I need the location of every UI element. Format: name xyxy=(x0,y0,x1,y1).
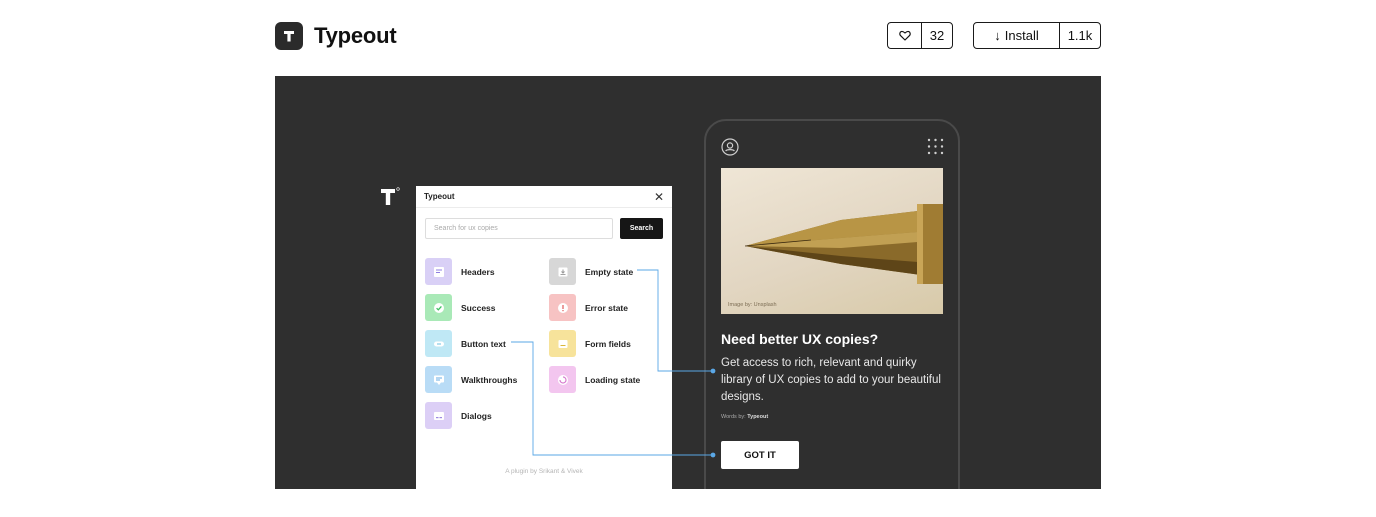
install-button[interactable]: ↓ Install 1.1k xyxy=(973,22,1101,49)
category-label: Error state xyxy=(585,302,628,313)
words-by-name: Typeout xyxy=(747,414,769,420)
category-form-fields: Form fields xyxy=(549,330,631,357)
category-empty-state: Empty state xyxy=(549,258,633,285)
got-it-button: GOT IT xyxy=(721,441,799,469)
headers-icon xyxy=(425,258,452,285)
typeout-logo-icon xyxy=(275,22,303,50)
button-shape-icon xyxy=(425,330,452,357)
words-by: Words by: Typeout xyxy=(721,414,768,420)
close-icon: ✕ xyxy=(653,189,664,204)
like-count: 32 xyxy=(929,28,945,43)
plugin-window-title: Typeout xyxy=(424,192,455,201)
category-dialogs: Dialogs xyxy=(425,402,492,429)
walkthrough-icon xyxy=(425,366,452,393)
photo-credit: Image by: Unsplash xyxy=(728,302,777,308)
category-headers: Headers xyxy=(425,258,495,285)
arrow-down-icon: ↓ xyxy=(994,28,1001,43)
category-label: Form fields xyxy=(585,338,631,349)
typeout-t-logo-icon xyxy=(379,186,401,208)
error-icon xyxy=(549,294,576,321)
phone-body-text: Get access to rich, relevant and quirky … xyxy=(721,357,941,403)
form-field-icon xyxy=(549,330,576,357)
category-loading-state: Loading state xyxy=(549,366,640,393)
category-walkthroughs: Walkthroughs xyxy=(425,366,517,393)
user-icon xyxy=(721,138,739,156)
plugin-title: Typeout xyxy=(314,23,397,48)
plugin-window-preview: Typeout ✕ Search for ux copies Search He… xyxy=(416,186,672,489)
connector-lines xyxy=(511,269,716,458)
search-button: Search xyxy=(620,218,663,239)
fountain-pen-photo: Image by: Unsplash xyxy=(721,168,943,314)
category-label: Headers xyxy=(461,266,495,277)
cover-image: Typeout ✕ Search for ux copies Search He… xyxy=(275,76,1101,489)
empty-box-icon xyxy=(549,258,576,285)
words-by-label: Words by: xyxy=(721,414,746,420)
category-label: Empty state xyxy=(585,266,634,277)
category-error-state: Error state xyxy=(549,294,628,321)
phone-mockup: Image by: Unsplash Need better UX copies… xyxy=(704,119,960,489)
category-label: Dialogs xyxy=(461,410,492,421)
loading-spinner-icon xyxy=(549,366,576,393)
category-button-text: Button text xyxy=(425,330,506,357)
category-label: Success xyxy=(461,302,496,313)
heart-icon xyxy=(888,23,922,48)
plugin-credit: A plugin by Srikant & Vivek xyxy=(505,468,583,475)
install-label-group[interactable]: ↓ Install xyxy=(974,23,1060,48)
dialog-icon xyxy=(425,402,452,429)
grid-dots-icon xyxy=(927,138,944,155)
like-button[interactable]: 32 xyxy=(887,22,953,49)
check-circle-icon xyxy=(425,294,452,321)
phone-heading: Need better UX copies? xyxy=(721,331,879,347)
category-label: Loading state xyxy=(585,374,641,385)
plugin-window-header: Typeout ✕ xyxy=(416,186,672,208)
install-count: 1.1k xyxy=(1067,28,1093,43)
install-label: Install xyxy=(1004,28,1039,43)
category-label: Walkthroughs xyxy=(461,374,518,385)
search-input: Search for ux copies xyxy=(425,218,613,239)
category-label: Button text xyxy=(461,338,506,349)
category-success: Success xyxy=(425,294,496,321)
